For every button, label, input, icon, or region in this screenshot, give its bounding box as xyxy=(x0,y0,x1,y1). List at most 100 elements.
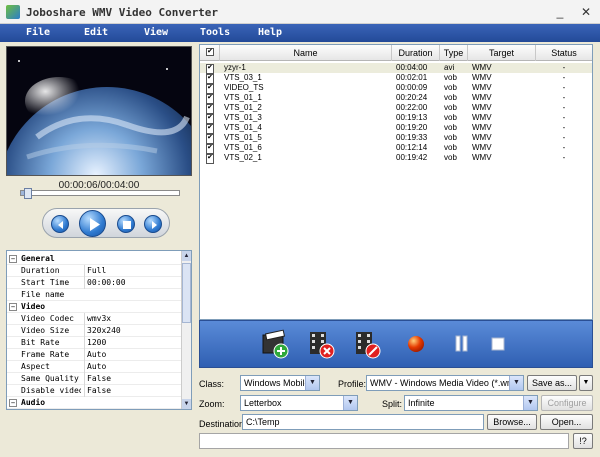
close-button[interactable]: ✕ xyxy=(578,4,594,20)
header-status[interactable]: Status xyxy=(536,45,592,61)
zoom-select[interactable]: Letterbox ▼ xyxy=(240,395,358,411)
previous-button[interactable] xyxy=(51,215,69,233)
table-row[interactable]: ✔ VTS_01_6 00:12:14 vob WMV - xyxy=(200,143,592,154)
table-row[interactable]: ✔ VTS_01_3 00:19:13 vob WMV - xyxy=(200,113,592,124)
cell-name: VTS_01_5 xyxy=(224,133,262,142)
chevron-down-icon[interactable]: ▼ xyxy=(305,376,319,390)
table-row[interactable]: ✔ VTS_01_1 00:20:24 vob WMV - xyxy=(200,93,592,104)
cell-name: yzyr-1 xyxy=(224,63,246,72)
cell-status: - xyxy=(562,93,566,102)
scroll-up-icon[interactable]: ▲ xyxy=(182,251,191,261)
collapse-toggle[interactable]: − xyxy=(9,399,17,407)
header-check[interactable]: ✔ xyxy=(200,45,220,61)
table-row[interactable]: ✔ VTS_01_2 00:22:00 vob WMV - xyxy=(200,103,592,114)
property-row[interactable]: Same Quality False xyxy=(7,373,183,385)
property-row[interactable]: Disable video False xyxy=(7,385,183,397)
header-duration[interactable]: Duration xyxy=(392,45,440,61)
property-row[interactable]: Aspect Auto xyxy=(7,361,183,373)
pause-button[interactable] xyxy=(454,335,470,356)
property-row[interactable]: Frame Rate Auto xyxy=(7,349,183,361)
menu-tools[interactable]: Tools xyxy=(200,27,230,38)
stop-playback-button[interactable] xyxy=(117,215,135,233)
title-bar: Joboshare WMV Video Converter _ ✕ xyxy=(0,0,600,24)
property-row[interactable]: Duration Full xyxy=(7,265,183,277)
property-row[interactable]: Video Codec wmv3x xyxy=(7,313,183,325)
cell-name: VTS_01_4 xyxy=(224,123,262,132)
cell-target: WMV xyxy=(472,103,492,112)
header-target[interactable]: Target xyxy=(468,45,536,61)
property-row[interactable]: File name xyxy=(7,289,183,301)
property-row[interactable]: Video Size 320x240 xyxy=(7,325,183,337)
section-video[interactable]: − Video xyxy=(7,301,183,313)
profile-select[interactable]: WMV - Windows Media Video (*.wmv) ▼ xyxy=(366,375,524,391)
convert-button[interactable] xyxy=(406,334,426,357)
cell-duration: 00:22:00 xyxy=(396,103,428,112)
section-audio[interactable]: − Audio xyxy=(7,397,183,409)
property-row[interactable]: Bit Rate 1200 xyxy=(7,337,183,349)
cell-status: - xyxy=(562,143,566,152)
chevron-down-icon[interactable]: ▼ xyxy=(509,376,523,390)
stop-button[interactable] xyxy=(490,336,506,355)
class-label: Class: xyxy=(199,379,225,389)
collapse-toggle[interactable]: − xyxy=(9,303,17,311)
row-checkbox[interactable]: ✔ xyxy=(206,154,214,164)
table-row[interactable]: ✔ VTS_03_1 00:02:01 vob WMV - xyxy=(200,73,592,84)
menu-bar: File Edit View Tools Help xyxy=(0,24,600,42)
menu-help[interactable]: Help xyxy=(258,27,282,38)
minimize-button[interactable]: _ xyxy=(552,4,568,20)
play-button[interactable] xyxy=(79,210,106,237)
split-select[interactable]: Infinite ▼ xyxy=(404,395,538,411)
table-row[interactable]: ✔ VTS_01_5 00:19:33 vob WMV - xyxy=(200,133,592,144)
header-type[interactable]: Type xyxy=(440,45,468,61)
cell-name: VIDEO_TS xyxy=(224,83,264,92)
browse-button[interactable]: Browse... xyxy=(487,414,537,430)
scroll-down-icon[interactable]: ▼ xyxy=(182,399,191,409)
cell-duration: 00:19:13 xyxy=(396,113,428,122)
cell-target: WMV xyxy=(472,143,492,152)
cell-type: vob xyxy=(444,103,457,112)
chevron-down-icon[interactable]: ▼ xyxy=(523,396,537,410)
table-row[interactable]: ✔ VTS_01_4 00:19:20 vob WMV - xyxy=(200,123,592,134)
menu-file[interactable]: File xyxy=(26,27,50,38)
help-button[interactable]: !? xyxy=(573,433,593,449)
header-name[interactable]: Name xyxy=(220,45,392,61)
add-file-button[interactable] xyxy=(260,329,290,362)
next-button[interactable] xyxy=(144,215,162,233)
cell-duration: 00:19:42 xyxy=(396,153,428,162)
scroll-thumb[interactable] xyxy=(182,263,191,323)
cell-name: VTS_02_1 xyxy=(224,153,262,162)
clear-list-icon xyxy=(356,332,381,359)
destination-input[interactable]: C:\Temp xyxy=(242,414,484,430)
table-row[interactable]: ✔ yzyr-1 00:04:00 avi WMV - xyxy=(200,63,592,74)
remove-file-button[interactable] xyxy=(306,329,336,362)
cell-name: VTS_01_6 xyxy=(224,143,262,152)
property-row[interactable]: Audio CodecwmaTx xyxy=(7,409,183,410)
file-list-header: ✔ Name Duration Type Target Status xyxy=(200,45,592,61)
cell-type: vob xyxy=(444,93,457,102)
cell-status: - xyxy=(562,133,566,142)
save-as-button[interactable]: Save as... xyxy=(527,375,577,391)
table-row[interactable]: ✔ VTS_02_1 00:19:42 vob WMV - xyxy=(200,153,592,164)
section-general[interactable]: − General xyxy=(7,253,183,265)
chevron-down-icon[interactable]: ▼ xyxy=(343,396,357,410)
property-row[interactable]: Start Time 00:00:00 xyxy=(7,277,183,289)
cell-duration: 00:20:24 xyxy=(396,93,428,102)
properties-scrollbar[interactable]: ▲ ▼ xyxy=(181,251,191,409)
configure-button[interactable]: Configure xyxy=(541,395,593,411)
seek-handle[interactable] xyxy=(23,188,32,199)
cell-type: vob xyxy=(444,73,457,82)
cell-status: - xyxy=(562,113,566,122)
class-select[interactable]: Windows Mobile ▼ xyxy=(240,375,320,391)
open-button[interactable]: Open... xyxy=(540,414,593,430)
seek-slider[interactable] xyxy=(20,188,180,199)
clear-list-button[interactable] xyxy=(352,329,382,362)
menu-edit[interactable]: Edit xyxy=(84,27,108,38)
table-row[interactable]: ✔ VIDEO_TS 00:00:09 vob WMV - xyxy=(200,83,592,94)
save-as-dropdown-button[interactable]: ▼ xyxy=(579,375,593,391)
stop-playback-icon xyxy=(123,221,131,229)
remove-file-icon xyxy=(310,332,335,359)
collapse-toggle[interactable]: − xyxy=(9,255,17,263)
playback-controls xyxy=(42,208,170,238)
cell-status: - xyxy=(562,103,566,112)
menu-view[interactable]: View xyxy=(144,27,168,38)
